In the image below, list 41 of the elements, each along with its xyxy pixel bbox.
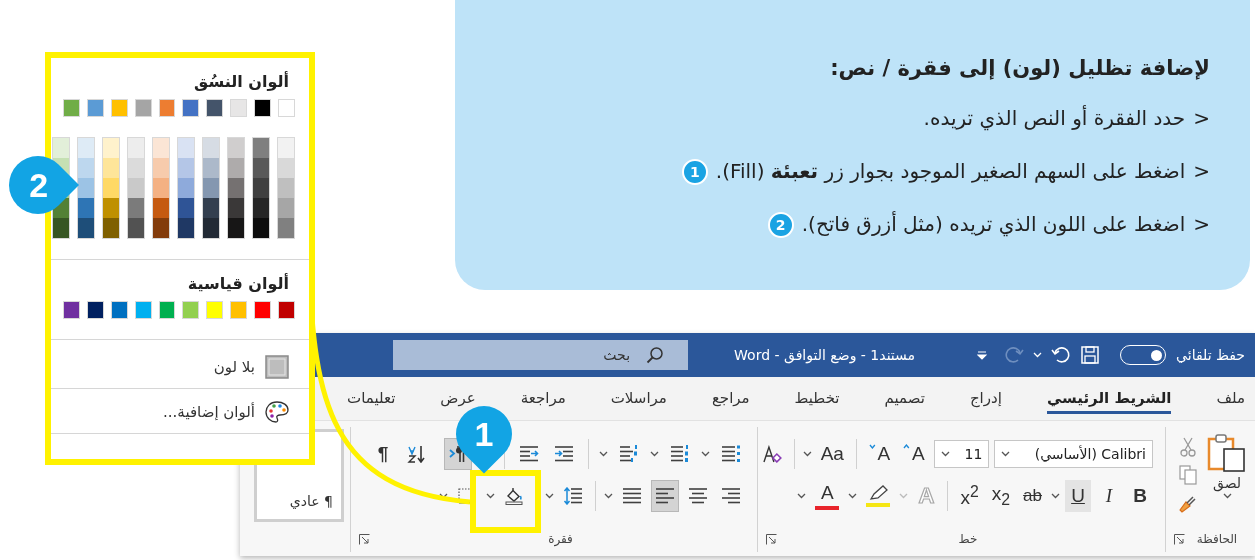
palette-heading: ألوان قياسية bbox=[186, 274, 289, 293]
italic-button[interactable]: I bbox=[1096, 480, 1122, 512]
bold-button[interactable]: B bbox=[1127, 480, 1153, 512]
ribbon-tab[interactable]: مراسلات bbox=[610, 383, 667, 414]
bullet-marker: > bbox=[1193, 211, 1210, 238]
underline-button[interactable]: U bbox=[1065, 480, 1091, 512]
group-label: الحافظة bbox=[1195, 532, 1239, 546]
ribbon-tab[interactable]: تخطيط bbox=[794, 383, 840, 414]
shrink-font-button[interactable]: A bbox=[864, 438, 895, 470]
palette-heading: ألوان النسُق bbox=[193, 72, 289, 91]
paste-button[interactable]: لصق bbox=[1207, 433, 1247, 526]
instruction-step: اضغط على اللون الذي تريده (مثل أزرق فاتح). bbox=[801, 198, 1186, 251]
show-marks-button[interactable]: ¶ bbox=[370, 438, 396, 470]
instruction-heading: لإضافة تظليل (لون) إلى فقرة / نص: bbox=[829, 55, 1210, 82]
search-field[interactable]: بحث bbox=[393, 340, 689, 370]
autosave-label: حفظ تلقائي bbox=[1176, 347, 1245, 363]
strike-button[interactable]: ab bbox=[1019, 480, 1046, 512]
document-title: مستند1 - وضع التوافق - Word bbox=[734, 347, 916, 363]
sup-button[interactable]: x$^{2}$ bbox=[956, 480, 983, 512]
step-badge: 2 bbox=[767, 211, 794, 238]
bullet-marker: > bbox=[1193, 105, 1210, 132]
sub-button[interactable]: x$_{2}$ bbox=[987, 480, 1015, 512]
group-label: فقرة bbox=[547, 532, 574, 546]
ribbon-tab[interactable]: ملف bbox=[1216, 383, 1245, 414]
ribbon-tab[interactable]: تصميم bbox=[884, 383, 925, 414]
instruction-step: حدد الفقرة أو النص الذي تريده. bbox=[923, 92, 1186, 145]
ribbon-tab[interactable]: إدراج bbox=[969, 383, 1002, 414]
bullet-marker: > bbox=[1193, 158, 1210, 185]
font-color-button[interactable]: A bbox=[811, 480, 844, 512]
ribbon-tab[interactable]: مراجع bbox=[711, 383, 750, 414]
font-size-field[interactable]: 11 bbox=[933, 440, 990, 468]
font-name-field[interactable]: Calibri (الأساسي) bbox=[994, 440, 1153, 468]
step-badge: 1 bbox=[681, 158, 708, 185]
style-option[interactable]: ¶ عادي bbox=[289, 493, 333, 509]
more-colors-option[interactable]: ألوان إضافية... bbox=[163, 399, 295, 425]
no-color-option[interactable]: بلا لون bbox=[213, 354, 295, 380]
ribbon-tab[interactable]: تعليمات bbox=[347, 383, 396, 414]
change-case-button[interactable]: Aa bbox=[816, 438, 848, 470]
group-label: خط bbox=[957, 532, 979, 546]
ribbon-tab[interactable]: الشريط الرئيسي bbox=[1046, 383, 1172, 414]
grow-font-button[interactable]: A bbox=[899, 438, 929, 470]
